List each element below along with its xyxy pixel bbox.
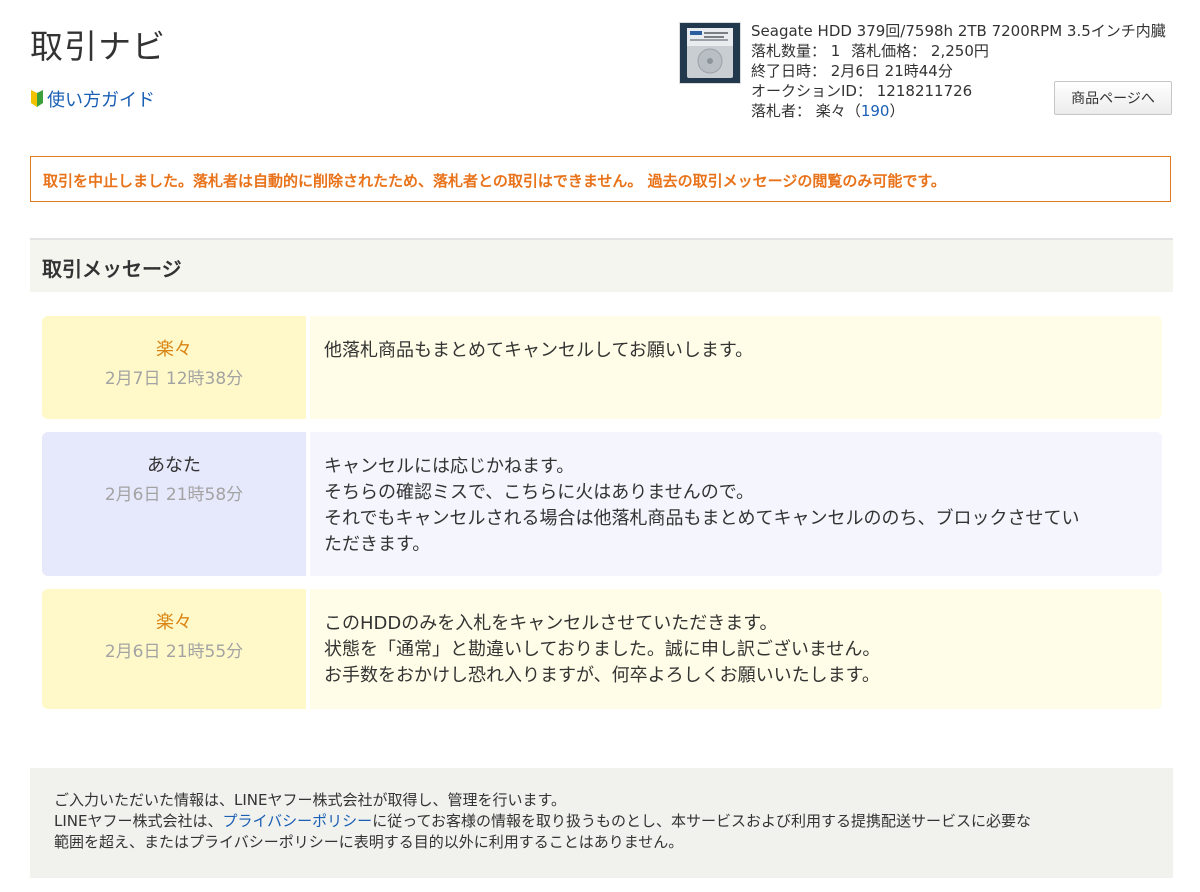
privacy-notice-text: ご入力いただいた情報は、LINEヤフー株式会社が取得し、管理を行います。 LIN… bbox=[54, 790, 1031, 853]
price-value: 2,250円 bbox=[930, 42, 989, 60]
end-time-label: 終了日時： bbox=[751, 62, 827, 80]
privacy-notice-line: 範囲を超え、またはプライバシーポリシーに表明する目的以外に利用することはありませ… bbox=[54, 833, 684, 851]
message-sender-cell: 楽々 2月7日 12時38分 bbox=[42, 316, 306, 419]
privacy-notice-line: ご入力いただいた情報は、LINEヤフー株式会社が取得し、管理を行います。 bbox=[54, 791, 566, 809]
auction-id-value: 1218211726 bbox=[876, 82, 973, 100]
message-item: 楽々 2月7日 12時38分 他落札商品もまとめてキャンセルしてお願いします。 bbox=[42, 316, 1162, 419]
message-body: 他落札商品もまとめてキャンセルしてお願いします。 bbox=[310, 316, 1162, 419]
message-date: 2月6日 21時58分 bbox=[104, 485, 244, 505]
quantity-label: 落札数量： bbox=[751, 42, 827, 60]
hard-drive-image-icon bbox=[680, 23, 740, 83]
item-page-button[interactable]: 商品ページへ bbox=[1054, 81, 1172, 115]
end-time-line: 終了日時： 2月6日 21時44分 bbox=[751, 61, 1191, 81]
privacy-notice: ご入力いただいた情報は、LINEヤフー株式会社が取得し、管理を行います。 LIN… bbox=[30, 768, 1173, 878]
usage-guide-link[interactable]: 使い方ガイド bbox=[30, 86, 155, 112]
winner-score-close-paren: ） bbox=[889, 102, 905, 120]
privacy-notice-line: LINEヤフー株式会社は、プライバシーポリシーに従ってお客様の情報を取り扱うもの… bbox=[54, 811, 1031, 832]
usage-guide-label: 使い方ガイド bbox=[47, 90, 155, 111]
message-line: ただきます。 bbox=[324, 534, 431, 555]
winner-rating-link[interactable]: 190 bbox=[861, 102, 890, 120]
product-thumbnail[interactable] bbox=[679, 22, 741, 84]
message-sender-cell: あなた 2月6日 21時58分 bbox=[42, 432, 306, 576]
message-line: それでもキャンセルされる場合は他落札商品もまとめてキャンセルののち、ブロックさせ… bbox=[324, 508, 1080, 529]
message-sender-name: 楽々 bbox=[156, 339, 192, 360]
privacy-notice-text-segment: に従ってお客様の情報を取り扱うものとし、本サービスおよび利用する提携配送サービス… bbox=[372, 812, 1031, 830]
cancellation-alert: 取引を中止しました。落札者は自動的に削除されたため、落札者との取引はできません。… bbox=[30, 156, 1171, 202]
message-date: 2月7日 12時38分 bbox=[104, 369, 244, 389]
message-sender-name: 楽々 bbox=[156, 612, 192, 633]
message-line: このHDDのみを入札をキャンセルさせていただきます。 bbox=[324, 613, 778, 634]
message-sender-name: あなた bbox=[147, 455, 201, 476]
message-line: お手数をおかけし恐れ入りますが、何卒よろしくお願いいたします。 bbox=[324, 665, 880, 686]
message-item: あなた 2月6日 21時58分 キャンセルには応じかねます。 そちらの確認ミスで… bbox=[42, 432, 1162, 576]
message-date: 2月6日 21時55分 bbox=[104, 642, 244, 662]
page-title: 取引ナビ bbox=[30, 27, 166, 66]
message-item: 楽々 2月6日 21時55分 このHDDのみを入札をキャンセルさせていただきます… bbox=[42, 589, 1162, 709]
messages-section-title: 取引メッセージ bbox=[42, 257, 182, 281]
alert-text: 取引を中止しました。落札者は自動的に削除されたため、落札者との取引はできません。… bbox=[43, 172, 946, 190]
message-line: そちらの確認ミスで、こちらに火はありませんので。 bbox=[324, 482, 755, 503]
message-body: キャンセルには応じかねます。 そちらの確認ミスで、こちらに火はありませんので。 … bbox=[310, 432, 1162, 576]
message-line: 状態を「通常」と勘違いしておりました。誠に申し訳ございません。 bbox=[324, 639, 881, 660]
winner-name: 楽々 bbox=[815, 102, 846, 120]
auction-id-label: オークションID： bbox=[751, 82, 872, 100]
message-line: キャンセルには応じかねます。 bbox=[324, 456, 575, 477]
quantity-value: 1 bbox=[830, 42, 841, 60]
end-time-value: 2月6日 21時44分 bbox=[830, 62, 953, 80]
winner-score-open-paren: （ bbox=[845, 102, 861, 120]
message-sender-cell: 楽々 2月6日 21時55分 bbox=[42, 589, 306, 709]
price-label: 落札価格： bbox=[851, 42, 927, 60]
beginner-mark-icon bbox=[30, 90, 44, 108]
quantity-price-line: 落札数量： 1 落札価格： 2,250円 bbox=[751, 41, 1191, 61]
message-body: このHDDのみを入札をキャンセルさせていただきます。 状態を「通常」と勘違いして… bbox=[310, 589, 1162, 709]
messages-section-header: 取引メッセージ bbox=[30, 238, 1173, 292]
privacy-notice-text-segment: LINEヤフー株式会社は、 bbox=[54, 812, 223, 830]
message-line: 他落札商品もまとめてキャンセルしてお願いします。 bbox=[324, 340, 754, 361]
privacy-policy-link[interactable]: プライバシーポリシー bbox=[222, 812, 372, 830]
product-name: Seagate HDD 379回/7598h 2TB 7200RPM 3.5イン… bbox=[751, 22, 1166, 40]
winner-label: 落札者： bbox=[751, 102, 812, 120]
